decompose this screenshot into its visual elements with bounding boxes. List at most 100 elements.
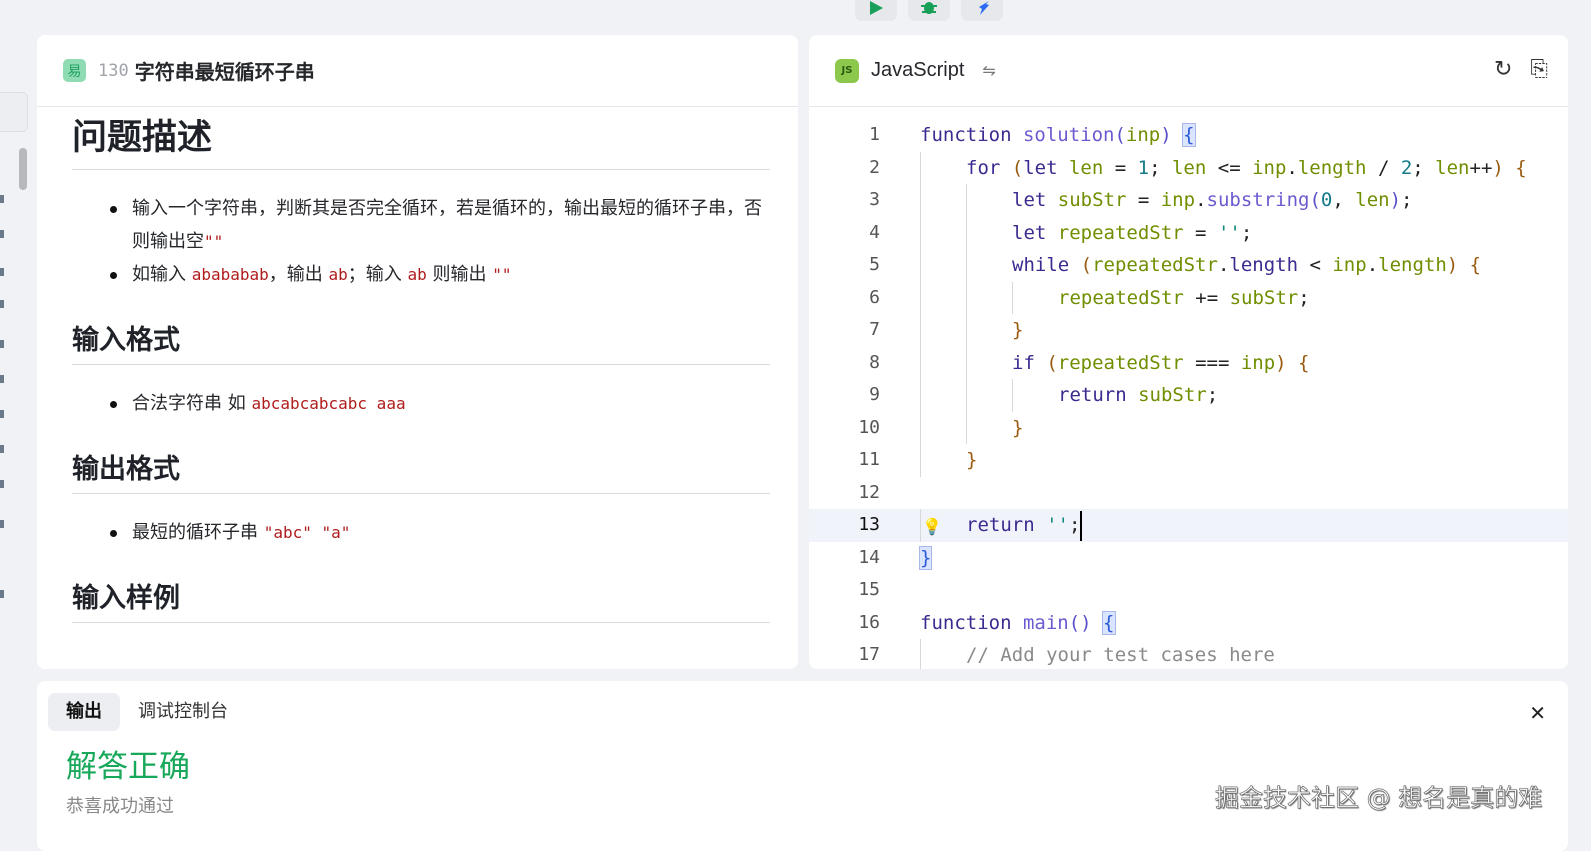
tab-debug-console[interactable]: 调试控制台 — [120, 693, 246, 731]
sidebar-marker — [0, 480, 4, 488]
code-line[interactable]: 15 — [809, 574, 1568, 607]
indent-guide — [966, 281, 1012, 314]
code-token: solution — [1022, 124, 1115, 146]
scrollbar[interactable] — [19, 148, 27, 190]
code-line[interactable]: 7} — [809, 314, 1568, 347]
code-token: } — [1012, 319, 1024, 341]
code-editor[interactable]: 1 function solution(inp) {2 for (let len =… — [809, 119, 1568, 669]
code-token: ; — [1068, 514, 1081, 536]
code-token: ( — [1011, 156, 1024, 179]
code-token: repeatedStr — [1057, 221, 1184, 244]
code-token: ( — [1046, 351, 1058, 374]
submit-button[interactable] — [961, 0, 1003, 21]
indent-guide — [920, 411, 966, 444]
line-number: 5 — [869, 254, 880, 275]
swap-icon[interactable]: ⇋ — [982, 61, 995, 80]
line-number: 16 — [858, 611, 880, 633]
indent-guide — [920, 216, 966, 249]
code-token: { — [1102, 610, 1116, 635]
code-line[interactable]: 2 for (let len = 1; len <= inp.length / 2… — [809, 151, 1568, 184]
code-line[interactable]: 17 // Add your test cases here — [809, 639, 1568, 669]
code-line[interactable]: 14} — [809, 542, 1568, 575]
rocket-icon — [979, 1, 989, 15]
list-item: 输入一个字符串，判断其是否完全循环，若是循环的，输出最短的循环子串，否则输出空"… — [110, 192, 770, 258]
format-icon[interactable]: ⎘ — [1530, 57, 1548, 82]
code-token: repeatedStr — [1057, 351, 1184, 374]
indent-guide — [966, 346, 1012, 379]
text: ；输入 — [347, 264, 408, 285]
code-token: { — [1515, 156, 1527, 179]
code-token: len — [1171, 156, 1207, 179]
sidebar-marker — [0, 195, 4, 203]
indent-guide — [966, 216, 1012, 249]
input-format-list: 合法字符串 如 abcabcabcabc aaa — [72, 387, 770, 420]
code-line[interactable]: 6 repeatedStr += subStr; — [809, 281, 1568, 314]
code-token: subStr — [1057, 189, 1127, 211]
sidebar-marker — [0, 268, 4, 276]
inline-code: "abc" "a" — [263, 523, 351, 542]
code-token: length — [1297, 156, 1367, 179]
line-number: 3 — [869, 189, 880, 210]
line-number: 4 — [869, 221, 880, 243]
sidebar-toggle[interactable] — [0, 92, 28, 132]
indent-guide — [1012, 281, 1058, 314]
sidebar-marker — [0, 230, 4, 238]
code-token: ; — [1240, 221, 1253, 244]
code-token: inp — [1240, 351, 1276, 374]
list-item: 合法字符串 如 abcabcabcabc aaa — [110, 387, 770, 420]
problem-content: 问题描述 输入一个字符串，判断其是否完全循环，若是循环的，输出最短的循环子串，否… — [37, 107, 798, 623]
code-token: 2 — [1400, 156, 1413, 179]
code-line[interactable]: 4 let repeatedStr = ''; — [809, 216, 1568, 249]
run-button[interactable] — [855, 0, 897, 21]
code-token: = — [1103, 156, 1138, 179]
code-token: / — [1366, 156, 1401, 179]
language-selector[interactable]: JavaScript — [871, 59, 964, 82]
code-line[interactable]: 1 function solution(inp) { — [809, 119, 1568, 152]
line-number: 14 — [858, 546, 880, 568]
code-token: '' — [1046, 514, 1069, 536]
close-icon[interactable]: ✕ — [1529, 701, 1546, 725]
reset-icon[interactable]: ↻ — [1494, 57, 1512, 82]
play-icon — [870, 1, 883, 15]
code-token: subStr — [1138, 384, 1207, 406]
code-token: = — [1183, 221, 1218, 244]
tab-output[interactable]: 输出 — [48, 693, 120, 731]
code-token: main — [1022, 611, 1069, 634]
code-line[interactable]: 3 let subStr = inp.substring(0, len); — [809, 184, 1568, 217]
code-line[interactable]: 8 if (repeatedStr === inp) { — [809, 346, 1568, 379]
code-token: ; — [1298, 286, 1310, 309]
code-token: } — [1012, 416, 1024, 439]
code-token: . — [1217, 254, 1230, 276]
code-token: ) — [1492, 156, 1516, 179]
code-line[interactable]: 12 — [809, 477, 1568, 510]
code-token: ( — [1080, 254, 1093, 276]
indent-guide — [966, 314, 1012, 347]
code-token: . — [1286, 156, 1298, 179]
problem-title: 字符串最短循环子串 — [134, 60, 315, 84]
code-line[interactable]: 13 💡 return ''; — [809, 509, 1568, 542]
code-token: += — [1183, 286, 1230, 309]
code-token: ) — [1160, 124, 1184, 146]
code-line[interactable]: 10} — [809, 411, 1568, 444]
code-token: if — [1012, 351, 1047, 374]
indent-guide — [920, 249, 966, 282]
debug-button[interactable] — [908, 0, 950, 21]
code-token: } — [918, 545, 933, 570]
code-line[interactable]: 16 function main() { — [809, 607, 1568, 640]
code-token: . — [1195, 189, 1207, 211]
inline-code: abababab — [191, 265, 269, 284]
code-line[interactable]: 5 while (repeatedStr.length < inp.length)… — [809, 249, 1568, 282]
code-token: ) — [1389, 189, 1402, 211]
code-token: function — [920, 611, 1023, 634]
section-heading-output: 输出格式 — [72, 450, 770, 494]
output-panel: 输出 调试控制台 ✕ 解答正确 恭喜成功通过 — [37, 681, 1568, 851]
code-token: { — [1182, 123, 1196, 147]
code-token: ; — [1206, 384, 1219, 406]
indent-guide — [966, 249, 1012, 282]
code-token: repeatedStr — [1058, 286, 1184, 309]
indent-guide — [920, 379, 966, 412]
code-line[interactable]: 11} — [809, 444, 1568, 477]
code-token: for — [966, 156, 1012, 179]
code-token: inp — [1160, 189, 1196, 211]
code-line[interactable]: 9 return subStr; — [809, 379, 1568, 412]
